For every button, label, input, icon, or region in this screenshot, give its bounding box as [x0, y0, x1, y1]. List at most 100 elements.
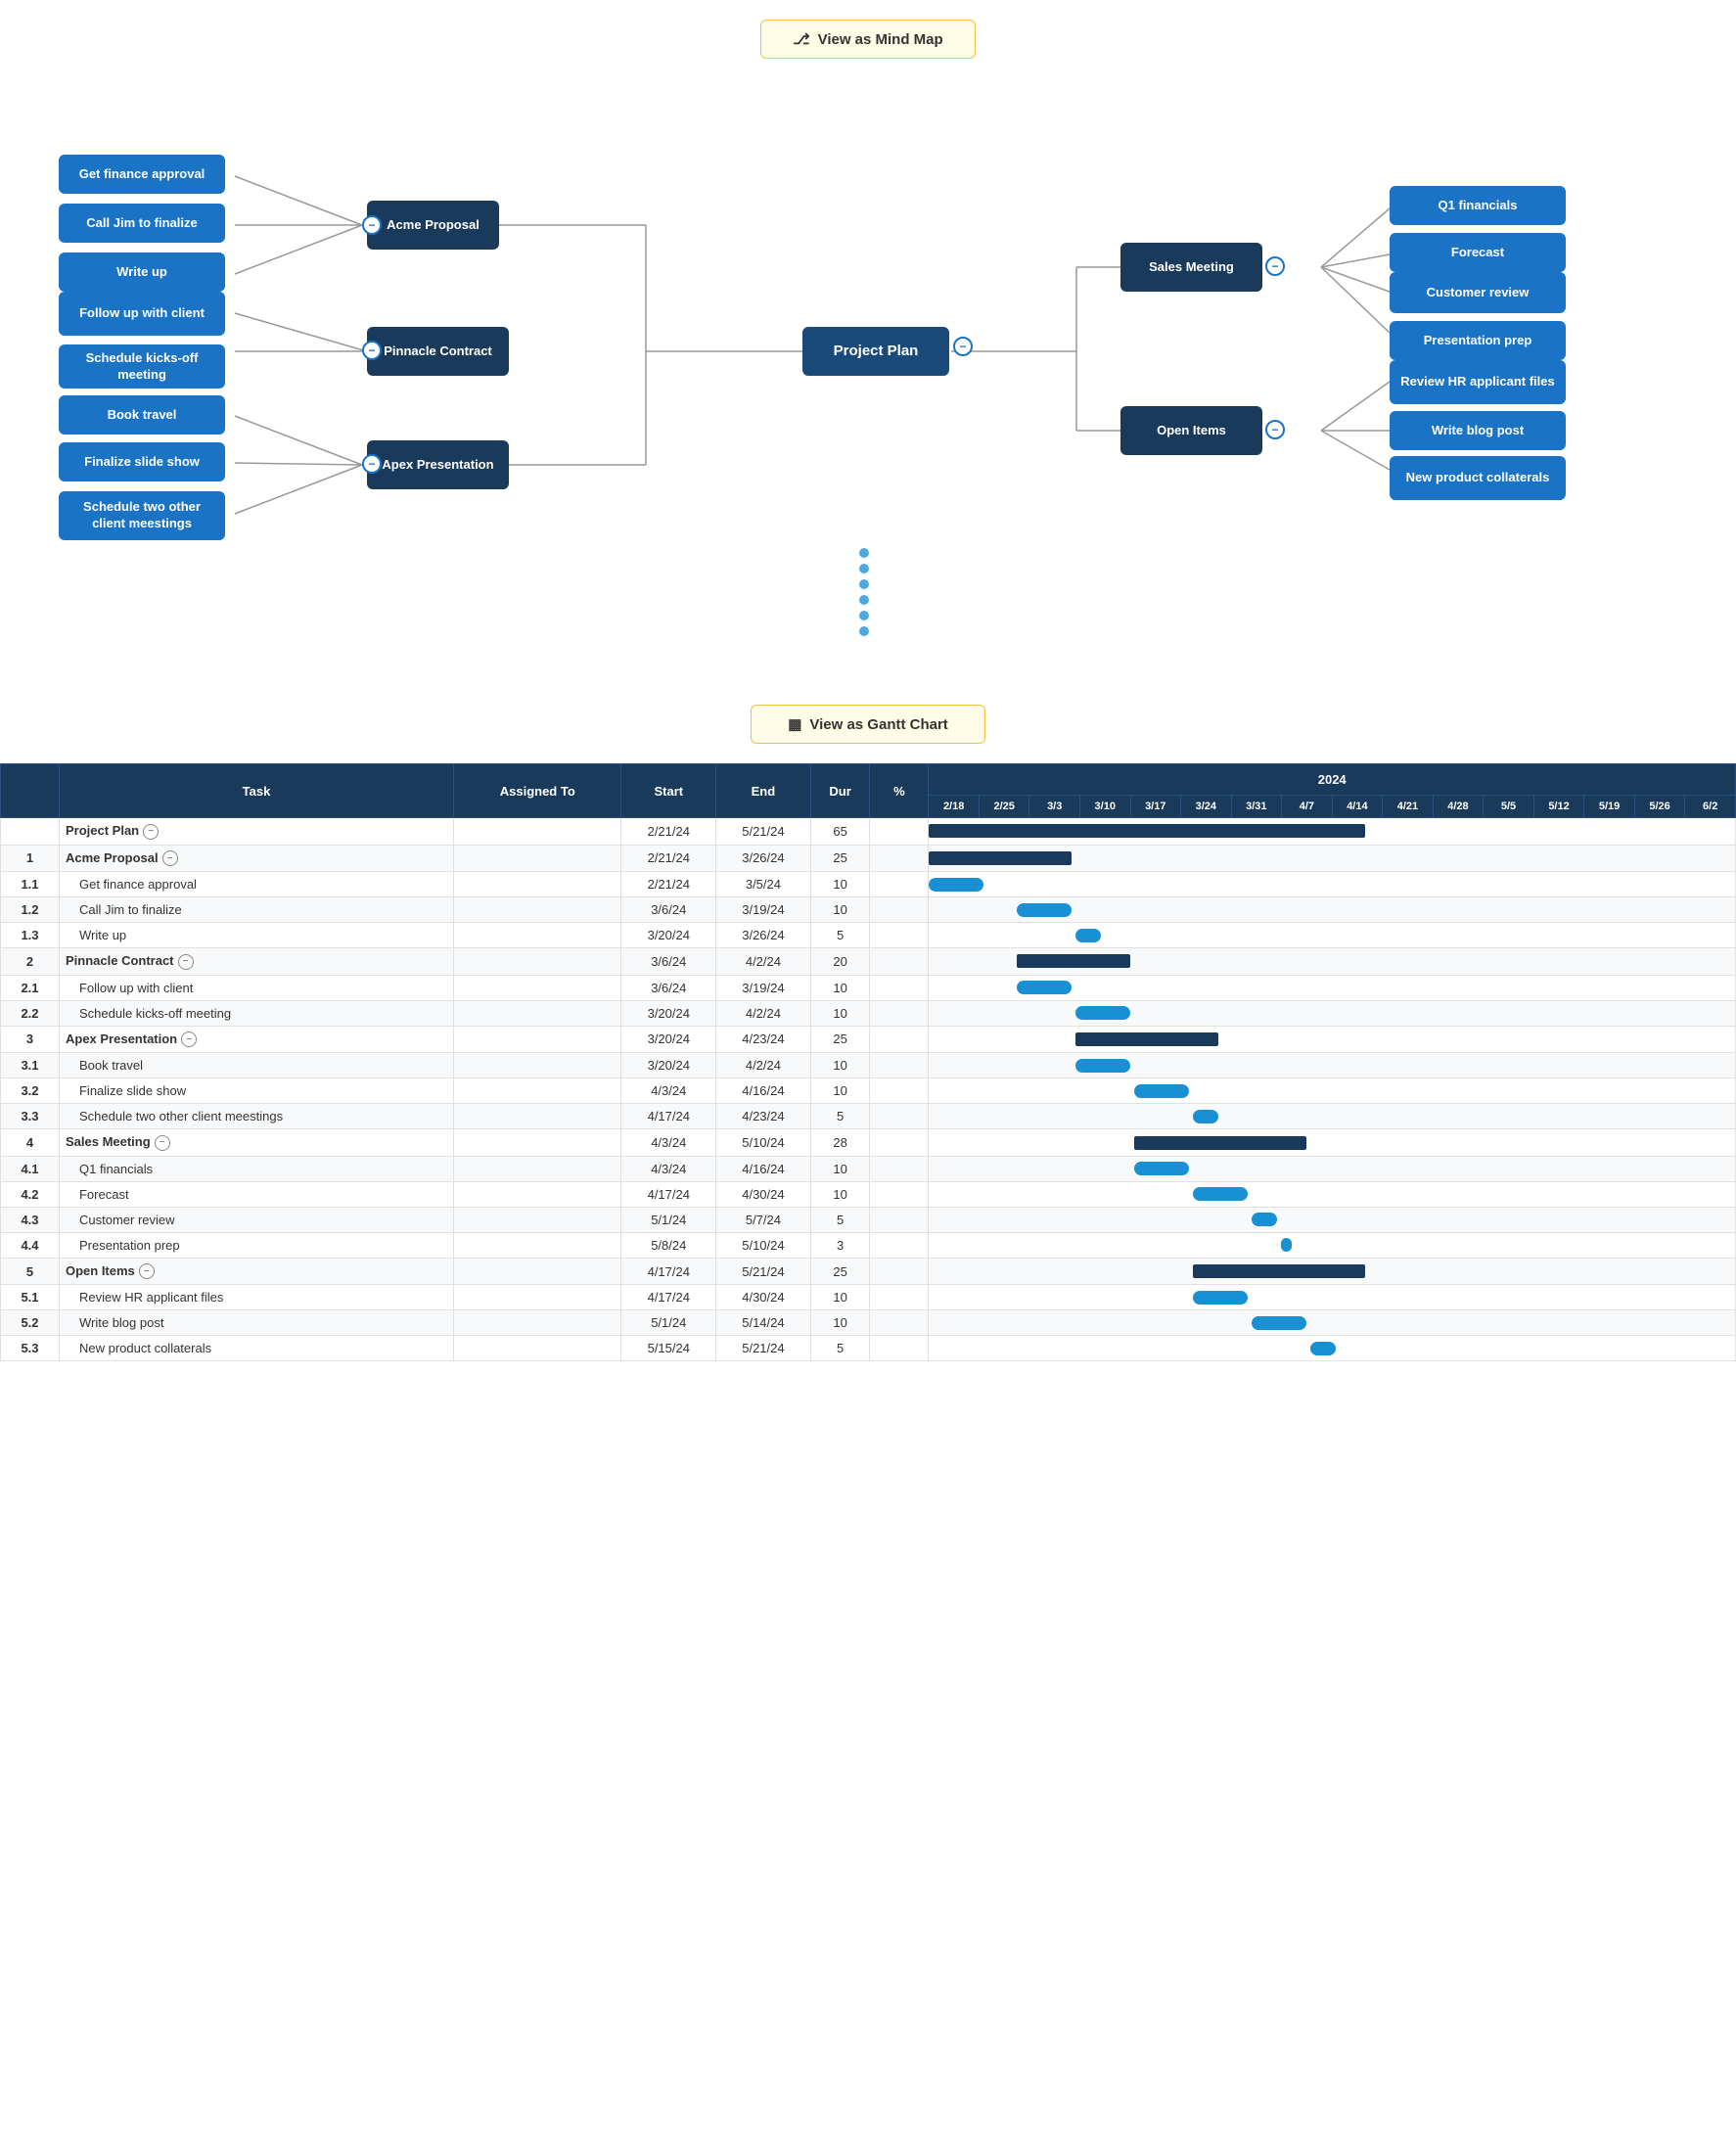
row-start: 4/3/24	[621, 1129, 716, 1157]
row-assigned	[454, 1053, 621, 1078]
row-start: 3/6/24	[621, 948, 716, 976]
row-id-5: 5	[1, 1258, 60, 1285]
table-row: 3.1Book travel3/20/244/2/2410	[1, 1053, 1736, 1078]
gantt-bar-cell-1.3	[929, 923, 1736, 948]
row-end: 4/16/24	[716, 1078, 811, 1104]
row-end: 5/21/24	[716, 1336, 811, 1361]
row-dur: 10	[810, 1181, 870, 1207]
row-task: Review HR applicant files	[59, 1285, 453, 1310]
row-pct	[870, 845, 929, 872]
row-assigned	[454, 1104, 621, 1129]
row-start: 4/3/24	[621, 1156, 716, 1181]
bar-2.1	[1017, 981, 1072, 994]
row-dur: 5	[810, 1207, 870, 1232]
gantt-bar-cell-5.1	[929, 1285, 1736, 1310]
row-assigned	[454, 1336, 621, 1361]
collapse-btn[interactable]: −	[143, 824, 159, 840]
row-task: Apex Presentation−	[59, 1026, 453, 1053]
view-gantt-button[interactable]: ▦ View as Gantt Chart	[751, 705, 985, 744]
row-start: 5/1/24	[621, 1310, 716, 1336]
collapse-pinnacle[interactable]: −	[362, 341, 382, 360]
collapse-btn[interactable]: −	[162, 850, 178, 866]
bar-5.1	[1193, 1291, 1248, 1305]
row-end: 4/23/24	[716, 1026, 811, 1053]
row-assigned	[454, 1258, 621, 1285]
gantt-bar-cell-4.3	[929, 1207, 1736, 1232]
collapse-btn[interactable]: −	[155, 1135, 170, 1151]
row-end: 3/19/24	[716, 897, 811, 923]
row-start: 4/17/24	[621, 1181, 716, 1207]
row-id-3.3: 3.3	[1, 1104, 60, 1129]
collapse-acme[interactable]: −	[362, 215, 382, 235]
row-pct	[870, 1078, 929, 1104]
row-assigned	[454, 1000, 621, 1026]
task-new-product-collaterals: New product collaterals	[1390, 456, 1566, 500]
dot-4	[859, 595, 869, 605]
task-follow-up: Follow up with client	[59, 292, 225, 336]
row-task: Forecast	[59, 1181, 453, 1207]
view-mindmap-button[interactable]: ⎇ View as Mind Map	[760, 20, 976, 59]
week-col-2-18: 2/18	[929, 796, 980, 818]
collapse-sales-meeting[interactable]: −	[1265, 256, 1285, 276]
collapse-btn[interactable]: −	[139, 1263, 155, 1279]
table-row: 5.1Review HR applicant files4/17/244/30/…	[1, 1285, 1736, 1310]
row-dur: 10	[810, 897, 870, 923]
gantt-bar-cell-2.2	[929, 1000, 1736, 1026]
row-start: 4/17/24	[621, 1104, 716, 1129]
row-id-5.3: 5.3	[1, 1336, 60, 1361]
collapse-btn[interactable]: −	[181, 1031, 197, 1047]
row-pct	[870, 872, 929, 897]
table-row: 1.1Get finance approval2/21/243/5/2410	[1, 872, 1736, 897]
gantt-bar-cell-1.2	[929, 897, 1736, 923]
row-start: 3/6/24	[621, 897, 716, 923]
row-dur: 10	[810, 1078, 870, 1104]
row-task: Sales Meeting−	[59, 1129, 453, 1157]
row-task: Customer review	[59, 1207, 453, 1232]
row-dur: 10	[810, 1156, 870, 1181]
row-start: 5/15/24	[621, 1336, 716, 1361]
row-dur: 25	[810, 845, 870, 872]
row-pct	[870, 1285, 929, 1310]
row-id-5.1: 5.1	[1, 1285, 60, 1310]
gantt-icon: ▦	[788, 715, 801, 733]
row-task: Call Jim to finalize	[59, 897, 453, 923]
row-id-4.4: 4.4	[1, 1232, 60, 1258]
row-dur: 10	[810, 872, 870, 897]
row-start: 3/6/24	[621, 975, 716, 1000]
row-pct	[870, 1207, 929, 1232]
week-col-3-24: 3/24	[1181, 796, 1232, 818]
bar-4	[1134, 1136, 1306, 1150]
table-row: 4.2Forecast4/17/244/30/2410	[1, 1181, 1736, 1207]
row-dur: 10	[810, 1000, 870, 1026]
week-col-4-14: 4/14	[1332, 796, 1383, 818]
row-id-4: 4	[1, 1129, 60, 1157]
col-start: Start	[621, 764, 716, 818]
bar-4.3	[1252, 1213, 1277, 1226]
row-dur: 10	[810, 1310, 870, 1336]
row-dur: 25	[810, 1258, 870, 1285]
row-id-1.3: 1.3	[1, 923, 60, 948]
table-row: 2.2Schedule kicks-off meeting3/20/244/2/…	[1, 1000, 1736, 1026]
collapse-apex[interactable]: −	[362, 454, 382, 474]
row-assigned	[454, 975, 621, 1000]
row-id-5.2: 5.2	[1, 1310, 60, 1336]
collapse-btn[interactable]: −	[178, 954, 194, 970]
collapse-project-plan[interactable]: −	[953, 337, 973, 356]
bar-5	[1193, 1264, 1365, 1278]
row-id-1.2: 1.2	[1, 897, 60, 923]
row-dur: 5	[810, 1104, 870, 1129]
bar-1.1	[929, 878, 983, 892]
row-end: 4/2/24	[716, 1000, 811, 1026]
collapse-open-items[interactable]: −	[1265, 420, 1285, 439]
row-assigned	[454, 1181, 621, 1207]
bar-4.1	[1134, 1162, 1189, 1175]
row-assigned	[454, 1207, 621, 1232]
gantt-bar-cell-4.4	[929, 1232, 1736, 1258]
table-row: 4.4Presentation prep5/8/245/10/243	[1, 1232, 1736, 1258]
row-start: 2/21/24	[621, 818, 716, 846]
row-task: Schedule kicks-off meeting	[59, 1000, 453, 1026]
row-assigned	[454, 872, 621, 897]
row-assigned	[454, 1129, 621, 1157]
group-node-apex-presentation: Apex Presentation	[367, 440, 509, 489]
row-task: Follow up with client	[59, 975, 453, 1000]
